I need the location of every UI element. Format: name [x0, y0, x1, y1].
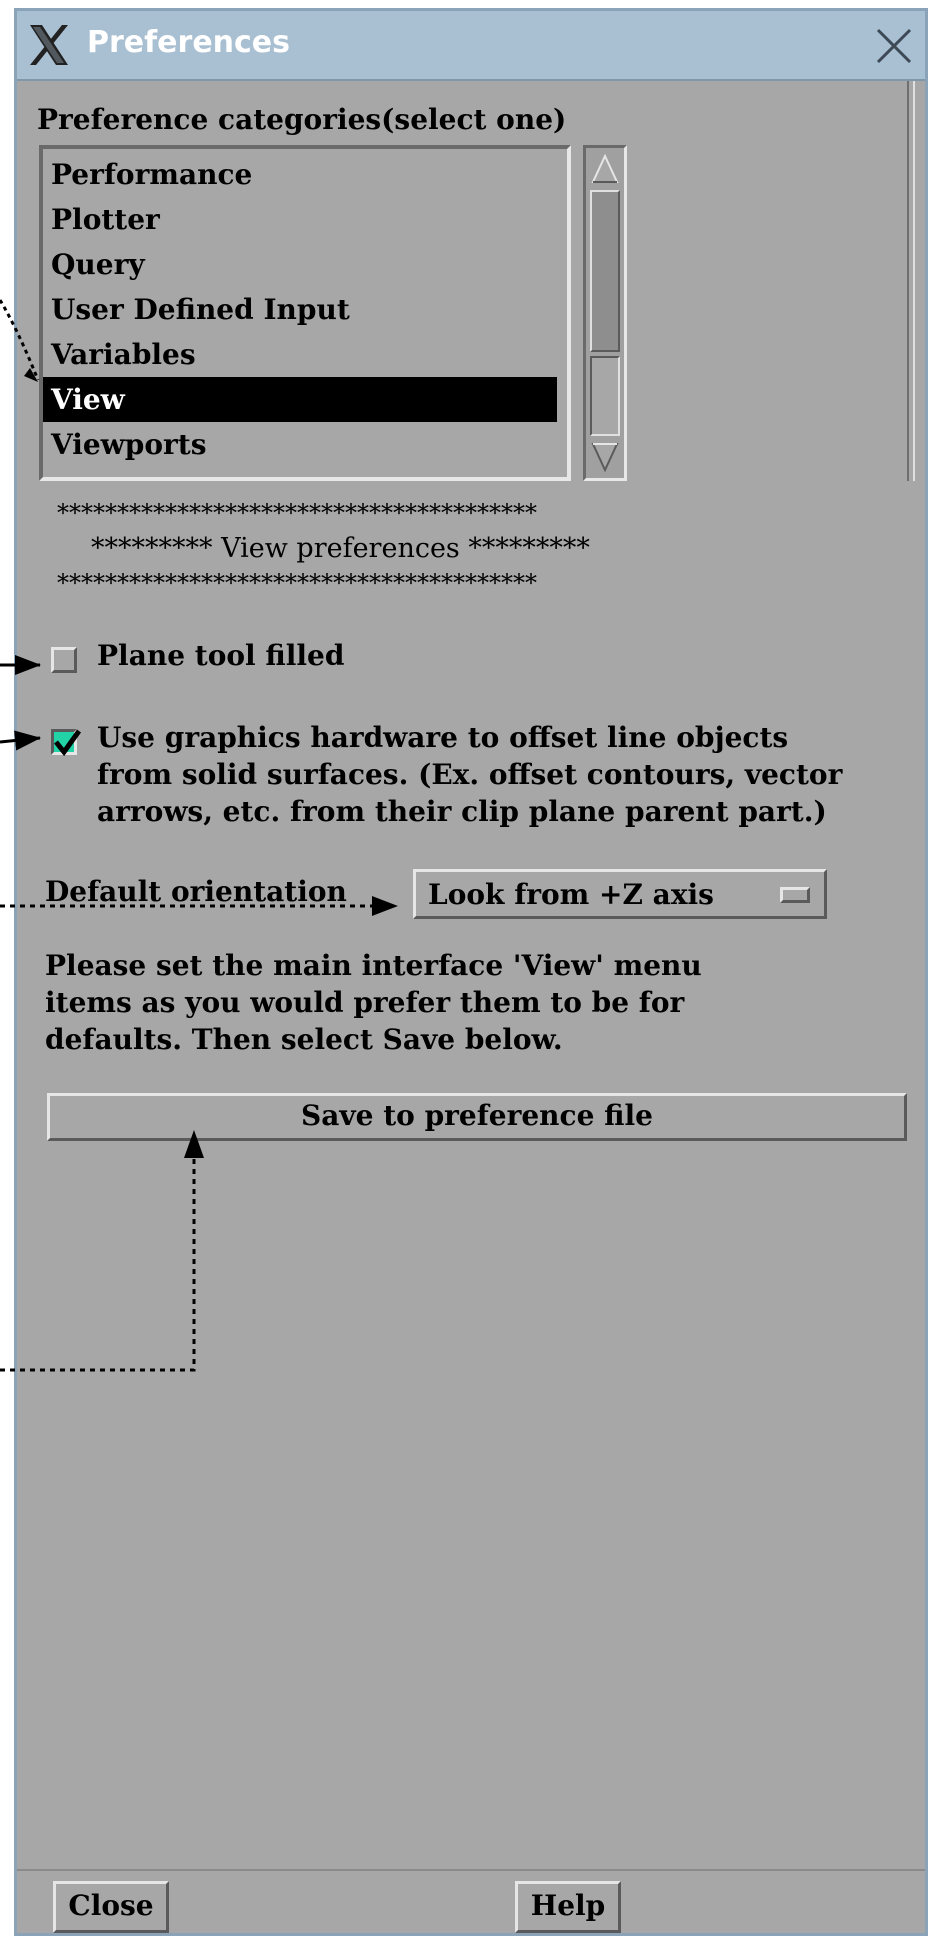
categories-list[interactable]: Performance Plotter Query User Defined I… — [39, 145, 571, 481]
stars-divider: **************************************** — [57, 569, 537, 597]
window-title: Preferences — [87, 25, 291, 60]
instructions-text: Please set the main interface 'View' men… — [45, 947, 702, 1058]
list-item[interactable]: Viewports — [43, 422, 557, 467]
categories-scrollbar[interactable] — [583, 145, 627, 481]
arrow-up-icon[interactable] — [590, 152, 620, 186]
categories-label: Preference categories(select one) — [37, 103, 567, 136]
close-icon[interactable] — [875, 27, 913, 65]
text-line: from solid surfaces. (Ex. offset contour… — [97, 758, 843, 791]
scroll-trough[interactable] — [590, 356, 620, 436]
text-line: defaults. Then select Save below. — [45, 1023, 563, 1056]
orientation-label: Default orientation — [45, 875, 347, 908]
list-item[interactable]: Query — [43, 242, 557, 287]
orientation-value: Look from +Z axis — [428, 878, 714, 911]
graphics-offset-checkbox[interactable] — [51, 729, 82, 757]
arrow-down-icon[interactable] — [590, 440, 620, 474]
help-button[interactable]: Help — [515, 1881, 621, 1933]
separator — [907, 81, 915, 481]
save-preferences-button[interactable]: Save to preference file — [47, 1093, 907, 1141]
scroll-thumb[interactable] — [590, 190, 620, 352]
orientation-option-menu[interactable]: Look from +Z axis — [413, 869, 827, 919]
list-item-selected[interactable]: View — [43, 377, 557, 422]
plane-tool-label: Plane tool filled — [97, 639, 345, 672]
preferences-window: Preferences Preference categories(select… — [14, 8, 928, 1936]
divider — [17, 1869, 925, 1871]
list-item[interactable]: Variables — [43, 332, 557, 377]
title-bar[interactable]: Preferences — [17, 11, 925, 81]
section-header: ********* View preferences ********* — [91, 533, 590, 564]
text-line: arrows, etc. from their clip plane paren… — [97, 795, 827, 828]
list-item[interactable]: Plotter — [43, 197, 557, 242]
list-item[interactable]: User Defined Input — [43, 287, 557, 332]
plane-tool-checkbox[interactable] — [51, 647, 77, 673]
graphics-offset-label: Use graphics hardware to offset line obj… — [97, 719, 842, 830]
list-item[interactable]: Performance — [43, 152, 557, 197]
close-button[interactable]: Close — [53, 1881, 169, 1933]
checkmark-icon — [54, 729, 82, 757]
option-menu-indicator-icon — [780, 887, 810, 903]
text-line: Use graphics hardware to offset line obj… — [97, 721, 789, 754]
preferences-content: Preference categories(select one) Perfor… — [17, 81, 925, 1933]
text-line: Please set the main interface 'View' men… — [45, 949, 702, 982]
stars-divider: **************************************** — [57, 499, 537, 527]
text-line: items as you would prefer them to be for — [45, 986, 685, 1019]
x-logo-icon — [30, 25, 68, 65]
